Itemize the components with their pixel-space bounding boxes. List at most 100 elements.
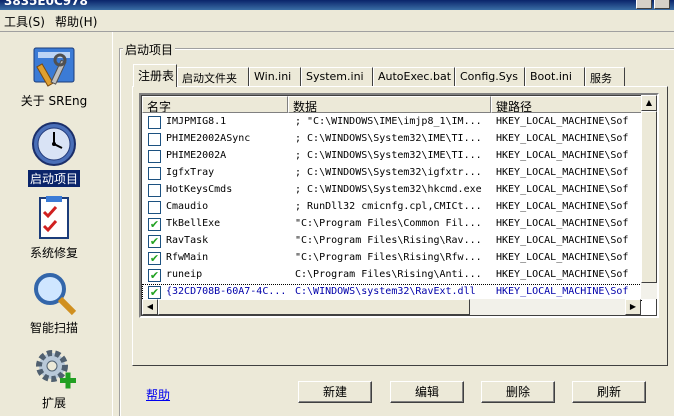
row-data: ; C:\WINDOWS\System32\hkcmd.exe bbox=[295, 184, 482, 195]
table-row[interactable]: PHIME2002A ; C:\WINDOWS\System32\IME\TI.… bbox=[142, 148, 642, 165]
vertical-scroll-thumb[interactable] bbox=[641, 111, 657, 283]
row-name: PHIME2002A bbox=[166, 150, 227, 161]
table-row[interactable]: ✔ RavTask "C:\Program Files\Rising\Rav..… bbox=[142, 233, 642, 250]
row-keypath: HKEY_LOCAL_MACHINE\Sof bbox=[496, 252, 629, 263]
maximize-button[interactable] bbox=[636, 0, 652, 9]
nav-about-label: 关于 SREng bbox=[20, 94, 88, 108]
startup-list[interactable]: 名字 数据 键路径 IMJPMIG8.1 ; "C:\WINDOWS\IME\i… bbox=[139, 93, 659, 318]
checklist-icon bbox=[39, 196, 69, 239]
row-data: C:\WINDOWS\system32\RavExt.dll bbox=[295, 286, 476, 297]
scroll-up-icon[interactable]: ▲ bbox=[641, 95, 657, 111]
table-row[interactable]: IMJPMIG8.1 ; "C:\WINDOWS\IME\imjp8_1\IM.… bbox=[142, 114, 642, 131]
row-data: "C:\Program Files\Rising\Rfw... bbox=[295, 252, 482, 263]
magnifier-icon bbox=[34, 273, 77, 316]
gear-plus-icon bbox=[36, 350, 76, 389]
row-keypath: HKEY_LOCAL_MACHINE\Sof bbox=[496, 201, 629, 212]
table-row[interactable]: HotKeysCmds ; C:\WINDOWS\System32\hkcmd.… bbox=[142, 182, 642, 199]
row-data: "C:\Program Files\Rising\Rav... bbox=[295, 235, 482, 246]
row-checkbox[interactable]: ✔ bbox=[148, 218, 161, 231]
row-checkbox[interactable] bbox=[148, 167, 161, 180]
row-checkbox[interactable] bbox=[148, 116, 161, 129]
tab-services[interactable]: 服务 bbox=[585, 67, 625, 86]
row-name: IMJPMIG8.1 bbox=[166, 116, 227, 127]
horizontal-scrollbar[interactable]: ◀ ▶ bbox=[142, 299, 641, 315]
close-button[interactable] bbox=[654, 0, 670, 9]
row-keypath: HKEY_LOCAL_MACHINE\Sof bbox=[496, 133, 629, 144]
column-header-name[interactable]: 名字 bbox=[142, 96, 288, 113]
window-title: 3835E0C978 bbox=[4, 0, 88, 8]
row-keypath: HKEY_LOCAL_MACHINE\Sof bbox=[496, 235, 629, 246]
column-header-keypath[interactable]: 键路径 bbox=[491, 96, 642, 113]
row-keypath: HKEY_LOCAL_MACHINE\Sof bbox=[496, 116, 629, 127]
scroll-right-icon[interactable]: ▶ bbox=[625, 299, 641, 315]
column-header-data[interactable]: 数据 bbox=[288, 96, 491, 113]
nav-extension-label: 扩展 bbox=[41, 396, 66, 410]
tab-autoexec-bat[interactable]: AutoExec.bat bbox=[373, 67, 455, 86]
row-data: ; "C:\WINDOWS\IME\imjp8_1\IM... bbox=[295, 116, 482, 127]
group-label: 启动项目 bbox=[123, 41, 176, 58]
main-panel: 启动项目 注册表 启动文件夹 Win.ini System.ini AutoEx… bbox=[112, 32, 674, 416]
table-row[interactable]: ✔ runeip C:\Program Files\Rising\Anti...… bbox=[142, 267, 642, 284]
nav-scan-label: 智能扫描 bbox=[29, 321, 78, 335]
menu-help[interactable]: 帮助(H) bbox=[55, 13, 97, 30]
help-link[interactable]: 帮助 bbox=[146, 386, 170, 403]
table-row[interactable]: ✔ TkBellExe "C:\Program Files\Common Fil… bbox=[142, 216, 642, 233]
refresh-button[interactable]: 刷新 bbox=[572, 381, 646, 403]
tools-icon bbox=[33, 47, 75, 87]
nav-repair-label: 系统修复 bbox=[29, 246, 78, 260]
row-name: PHIME2002ASync bbox=[166, 133, 251, 144]
nav-extension[interactable]: 扩展 bbox=[0, 344, 108, 411]
sidebar: 关于 SREng 启动项目 系统修复 智能扫描 扩展 bbox=[0, 32, 112, 416]
row-data: "C:\Program Files\Common Fil... bbox=[295, 218, 482, 229]
nav-scan[interactable]: 智能扫描 bbox=[0, 269, 108, 336]
row-checkbox[interactable]: ✔ bbox=[148, 252, 161, 265]
menu-bar: 工具(S) 帮助(H) bbox=[0, 10, 674, 32]
row-checkbox[interactable] bbox=[148, 184, 161, 197]
row-name: TkBellExe bbox=[166, 218, 221, 229]
row-checkbox[interactable]: ✔ bbox=[148, 286, 161, 299]
row-data: ; C:\WINDOWS\System32\IME\TI... bbox=[295, 150, 482, 161]
new-button[interactable]: 新建 bbox=[298, 381, 372, 403]
horizontal-scroll-thumb[interactable] bbox=[158, 299, 470, 315]
tab-registry[interactable]: 注册表 bbox=[133, 64, 177, 87]
row-keypath: HKEY_LOCAL_MACHINE\Sof bbox=[496, 218, 629, 229]
row-data: C:\Program Files\Rising\Anti... bbox=[295, 269, 482, 280]
row-checkbox[interactable]: ✔ bbox=[148, 235, 161, 248]
row-checkbox[interactable] bbox=[148, 150, 161, 163]
tab-config-sys[interactable]: Config.Sys bbox=[455, 67, 525, 86]
row-keypath: HKEY_LOCAL_MACHINE\Sof bbox=[496, 269, 629, 280]
row-keypath: HKEY_LOCAL_MACHINE\Sof bbox=[496, 286, 629, 297]
table-row[interactable]: Cmaudio ; RunDll32 cmicnfg.cpl,CMICt... … bbox=[142, 199, 642, 216]
table-row[interactable]: PHIME2002ASync ; C:\WINDOWS\System32\IME… bbox=[142, 131, 642, 148]
table-row[interactable]: IgfxTray ; C:\WINDOWS\System32\igfxtr...… bbox=[142, 165, 642, 182]
row-checkbox[interactable]: ✔ bbox=[148, 269, 161, 282]
row-data: ; C:\WINDOWS\System32\IME\TI... bbox=[295, 133, 482, 144]
tab-win-ini[interactable]: Win.ini bbox=[249, 67, 301, 86]
row-name: runeip bbox=[166, 269, 203, 280]
nav-startup-label: 启动项目 bbox=[27, 170, 80, 187]
edit-button[interactable]: 编辑 bbox=[390, 381, 464, 403]
row-data: ; RunDll32 cmicnfg.cpl,CMICt... bbox=[295, 201, 482, 212]
vertical-scrollbar[interactable]: ▲ bbox=[641, 95, 657, 299]
menu-tools[interactable]: 工具(S) bbox=[4, 13, 45, 30]
row-checkbox[interactable] bbox=[148, 201, 161, 214]
nav-about[interactable]: 关于 SREng bbox=[0, 42, 108, 109]
tab-system-ini[interactable]: System.ini bbox=[301, 67, 373, 86]
row-name: Cmaudio bbox=[166, 201, 209, 212]
scroll-left-icon[interactable]: ◀ bbox=[142, 299, 158, 315]
title-bar: 3835E0C978 bbox=[0, 0, 674, 10]
table-row[interactable]: ✔ RfwMain "C:\Program Files\Rising\Rfw..… bbox=[142, 250, 642, 267]
nav-repair[interactable]: 系统修复 bbox=[0, 194, 108, 261]
row-checkbox[interactable] bbox=[148, 133, 161, 146]
row-name: HotKeysCmds bbox=[166, 184, 233, 195]
row-name: RavTask bbox=[166, 235, 209, 246]
row-name: {32CD708B-60A7-4C... bbox=[166, 286, 286, 297]
nav-startup[interactable]: 启动项目 bbox=[0, 120, 108, 187]
tab-startup-folder[interactable]: 启动文件夹 bbox=[177, 67, 249, 86]
row-name: IgfxTray bbox=[166, 167, 215, 178]
delete-button[interactable]: 删除 bbox=[481, 381, 555, 403]
row-keypath: HKEY_LOCAL_MACHINE\Sof bbox=[496, 150, 629, 161]
tab-boot-ini[interactable]: Boot.ini bbox=[525, 67, 585, 86]
clock-icon bbox=[32, 122, 76, 166]
list-header: 名字 数据 键路径 bbox=[142, 96, 657, 113]
